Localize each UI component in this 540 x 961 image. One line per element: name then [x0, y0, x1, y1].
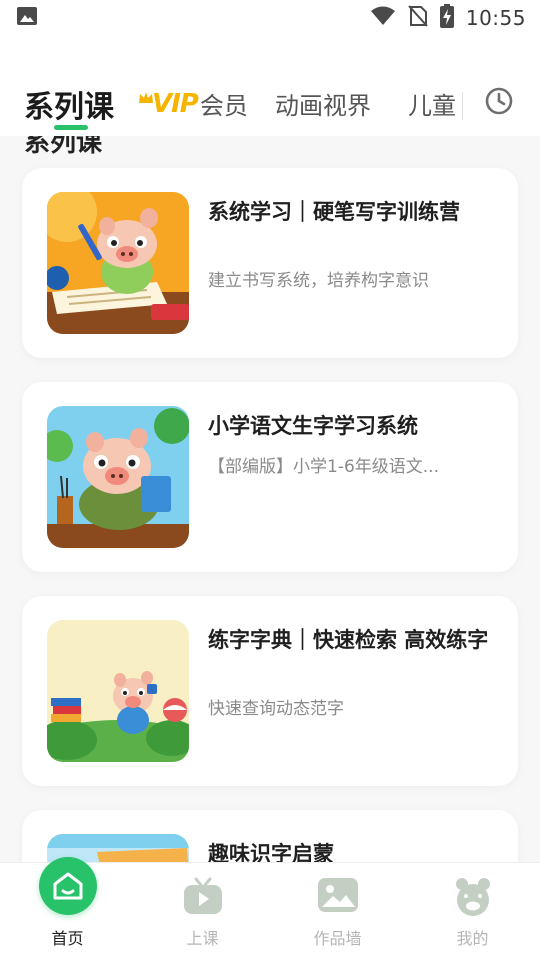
- home-icon: [38, 857, 97, 915]
- course-list[interactable]: 系列课 系统学习｜硬笔写字训练营 建立书写系统，培养构字意识 小学语文生字学习系…: [0, 136, 540, 862]
- status-bar: 10:55: [0, 0, 540, 36]
- tv-play-icon: [183, 877, 223, 919]
- bottom-nav: 首页 上课 作品墙 我的: [0, 857, 540, 961]
- picture-icon: [317, 877, 359, 917]
- wifi-icon: [370, 6, 396, 30]
- course-subtitle: 快速查询动态范字: [208, 699, 344, 719]
- nav-mine[interactable]: 我的: [405, 863, 540, 961]
- course-card[interactable]: 小学语文生字学习系统 【部编版】小学1-6年级语文...: [22, 382, 518, 572]
- course-title: 练字字典｜快速检索 高效练字: [208, 628, 489, 652]
- course-card[interactable]: 练字字典｜快速检索 高效练字 快速查询动态范字: [22, 596, 518, 786]
- course-thumbnail: [47, 192, 189, 334]
- course-title: 趣味识字启蒙: [208, 842, 334, 862]
- tab-vip[interactable]: VIP 会员: [138, 86, 248, 121]
- course-thumbnail: [47, 406, 189, 548]
- tab-series[interactable]: 系列课: [24, 82, 114, 126]
- nav-home-label: 首页: [51, 929, 84, 948]
- nav-class-label: 上课: [186, 929, 219, 948]
- tab-divider: [462, 92, 463, 120]
- image-icon: [16, 6, 38, 30]
- tab-active-indicator: [54, 125, 88, 130]
- section-title-peek: 系列课: [24, 136, 103, 158]
- course-thumbnail: [47, 620, 189, 762]
- battery-charging-icon: [439, 4, 454, 32]
- course-title: 小学语文生字学习系统: [208, 414, 418, 438]
- pig-face-icon: [454, 877, 492, 921]
- status-time: 10:55: [465, 6, 526, 30]
- course-subtitle: 建立书写系统，培养构字意识: [208, 271, 429, 291]
- no-sim-icon: [408, 5, 428, 31]
- clock-icon[interactable]: [484, 86, 514, 120]
- category-tabs: 系列课 VIP 会员 动画视界 儿童: [0, 36, 540, 136]
- vip-logo: VIP: [152, 88, 199, 119]
- course-card[interactable]: 系统学习｜硬笔写字训练营 建立书写系统，培养构字意识: [22, 168, 518, 358]
- nav-class[interactable]: 上课: [135, 863, 270, 961]
- tab-kids[interactable]: 儿童: [408, 86, 460, 121]
- course-card[interactable]: 趣味识字启蒙: [22, 810, 518, 862]
- tab-animation[interactable]: 动画视界: [275, 86, 371, 121]
- course-title: 系统学习｜硬笔写字训练营: [208, 200, 460, 224]
- course-subtitle: 【部编版】小学1-6年级语文...: [208, 457, 439, 477]
- tab-vip-label: 会员: [199, 92, 248, 120]
- nav-home[interactable]: 首页: [0, 857, 135, 961]
- nav-mine-label: 我的: [456, 929, 489, 948]
- nav-gallery[interactable]: 作品墙: [270, 863, 405, 961]
- tabs-fade: [455, 76, 475, 136]
- nav-gallery-label: 作品墙: [313, 929, 362, 948]
